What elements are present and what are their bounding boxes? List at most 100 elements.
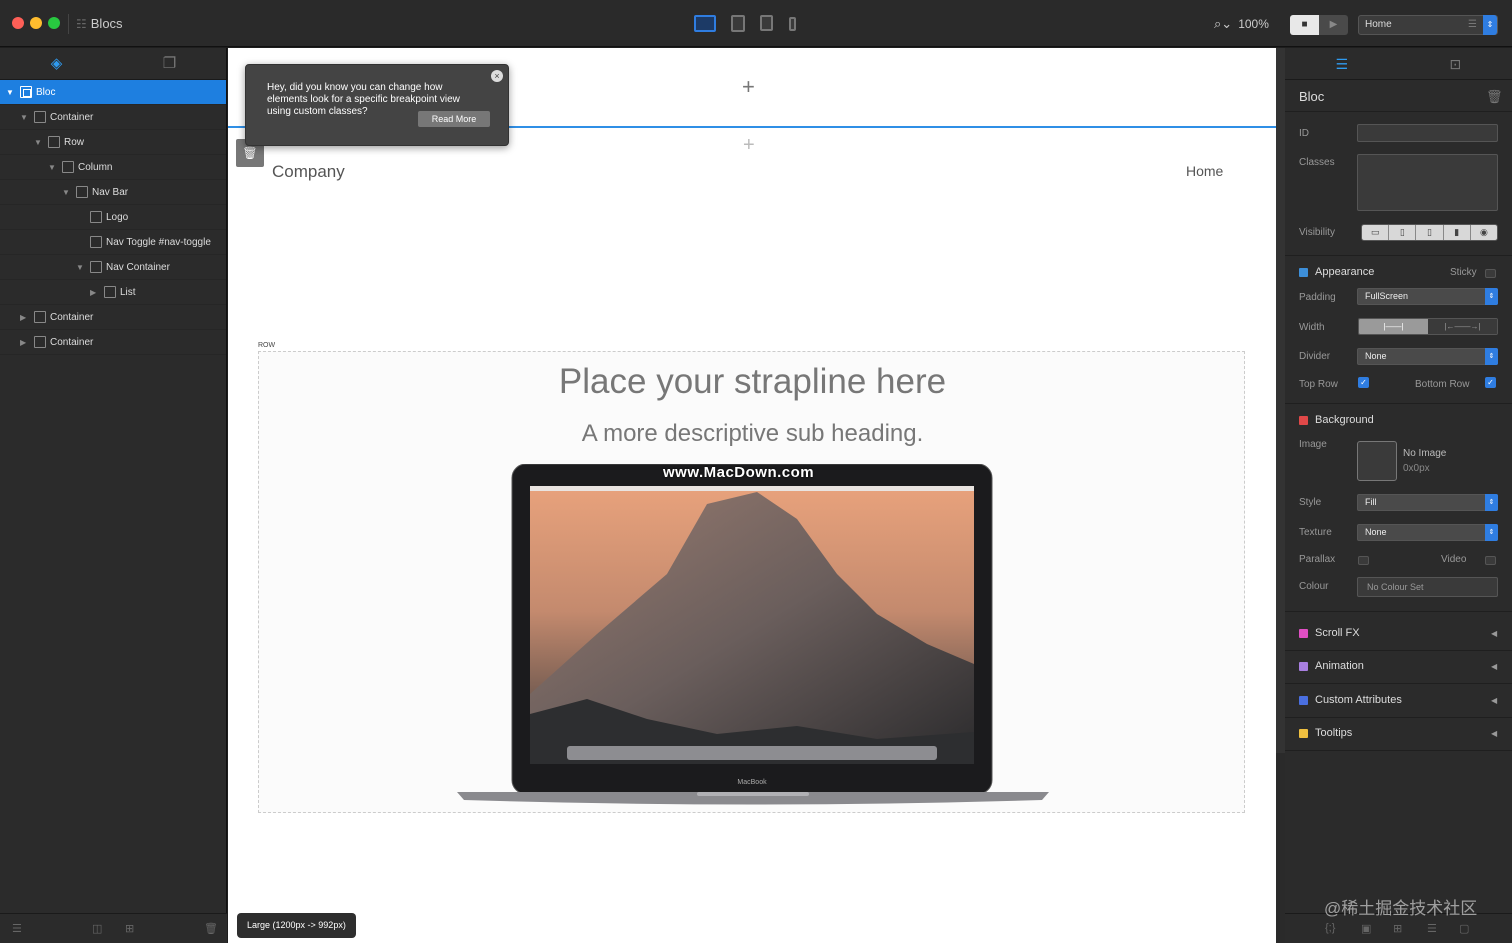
tree-item[interactable]: ▼ Nav Bar [0,180,226,205]
add-bloc-above-icon[interactable]: + [742,74,755,100]
disclosure-closed-icon[interactable]: ▶ [20,305,26,330]
stack-icon[interactable]: ☰ [1427,922,1437,935]
disclosure-open-icon[interactable]: ▼ [48,155,56,180]
appearance-section-label[interactable]: Appearance [1315,266,1374,278]
disclosure-open-icon[interactable]: ▼ [62,180,70,205]
add-element-icon[interactable]: ⊞ [125,922,134,935]
colour-picker[interactable]: No Colour Set [1357,577,1498,597]
width-full-option[interactable]: |←——→| [1428,319,1497,334]
appearance-color-dot [1299,268,1308,277]
padding-select[interactable]: FullScreen ⇕ [1357,288,1498,305]
nav-home-link[interactable]: Home [1186,163,1223,179]
left-sidebar-footer: ☰ ◫ ⊞ 🗑 [0,913,227,943]
visibility-tablet-portrait-toggle[interactable]: ▯ [1416,225,1444,240]
disclosure-open-icon[interactable]: ▼ [76,255,84,280]
style-select[interactable]: Fill ⇕ [1357,494,1498,511]
hero-row[interactable]: Place your strapline here A more descrip… [258,351,1245,813]
layers-tab[interactable]: ◈ [0,48,113,79]
close-hint-button[interactable]: × [491,70,503,82]
disclosure-open-icon[interactable]: ▼ [20,105,28,130]
chevron-updown-icon: ⇕ [1485,524,1498,541]
disclosure-open-icon[interactable]: ▼ [6,80,14,105]
background-section-label[interactable]: Background [1315,414,1374,426]
grid-icon[interactable]: ⊞ [1393,922,1402,935]
no-image-text: No Image [1403,448,1447,459]
tree-item-label: Container [50,312,94,323]
top-row-checkbox[interactable]: ✓ [1358,377,1369,388]
expand-section-icon[interactable]: ◀ [1491,729,1497,738]
zoom-window-button[interactable] [48,17,60,29]
square-icon[interactable]: ▣ [1361,922,1371,935]
breakpoint-desktop-button[interactable] [694,15,716,32]
breakpoint-tablet-portrait-button[interactable] [760,15,773,31]
canvas-scrollbar[interactable] [1276,48,1285,943]
tree-item[interactable]: Logo [0,205,226,230]
bottom-row-checkbox[interactable]: ✓ [1485,377,1496,388]
code-icon[interactable]: {;} [1325,922,1335,934]
design-canvas[interactable]: + + 🗑 Company Home ROW Place your strapl… [228,48,1276,943]
breakpoint-phone-button[interactable] [789,17,796,31]
texture-select[interactable]: None ⇕ [1357,524,1498,541]
tree-item[interactable]: ▼ Row [0,130,226,155]
trash-icon[interactable]: 🗑 [1486,89,1503,105]
read-more-button[interactable]: Read More [418,111,490,127]
tree-item[interactable]: ▼ Column [0,155,226,180]
stop-preview-button[interactable]: ■ [1290,15,1319,35]
classes-input[interactable] [1357,154,1498,211]
strapline-heading[interactable]: Place your strapline here [259,362,1246,402]
expand-section-icon[interactable]: ◀ [1491,662,1497,671]
sub-heading[interactable]: A more descriptive sub heading. [259,420,1246,448]
section-label[interactable]: Custom Attributes [1315,694,1402,706]
background-image-well[interactable] [1357,441,1397,481]
tree-item[interactable]: ▶ Container [0,330,226,355]
disclosure-closed-icon[interactable]: ▶ [90,280,96,305]
tree-item[interactable]: ▼ Nav Container [0,255,226,280]
list-icon[interactable]: ☰ [12,922,22,935]
sticky-toggle[interactable] [1485,269,1496,278]
preview-segment: ■ ▶ [1290,15,1348,35]
section-label[interactable]: Tooltips [1315,727,1352,739]
id-input[interactable] [1357,124,1498,142]
disclosure-open-icon[interactable]: ▼ [34,130,42,155]
add-bloc-below-icon[interactable]: + [743,134,755,157]
pages-tab[interactable]: ❐ [113,48,226,79]
close-window-button[interactable] [12,17,24,29]
element-type-icon [90,211,102,223]
page-select-value: Home [1365,19,1392,30]
id-label: ID [1299,128,1309,139]
trash-icon[interactable]: 🗑 [204,922,218,935]
tree-item[interactable]: ▶ List [0,280,226,305]
visibility-tablet-landscape-toggle[interactable]: ▯ [1389,225,1417,240]
column-icon[interactable]: ◫ [92,922,102,935]
minimize-window-button[interactable] [30,17,42,29]
macbook-image[interactable]: MacBook [457,464,1049,806]
visibility-eye-toggle[interactable]: ◉ [1470,225,1497,240]
video-toggle[interactable] [1485,556,1496,565]
tree-item[interactable]: Nav Toggle #nav-toggle [0,230,226,255]
parallax-toggle[interactable] [1358,556,1369,565]
breakpoint-tablet-landscape-button[interactable] [731,15,745,32]
tree-item[interactable]: ▶ Container [0,305,226,330]
disclosure-closed-icon[interactable]: ▶ [20,330,26,355]
page-select[interactable]: Home ☰ ⇕ [1358,15,1498,35]
visibility-desktop-toggle[interactable]: ▭ [1362,225,1390,240]
visibility-phone-toggle[interactable]: ▮ [1443,225,1471,240]
expand-section-icon[interactable]: ◀ [1491,696,1497,705]
tree-item[interactable]: ▼ Bloc [0,80,226,105]
section-label[interactable]: Animation [1315,660,1364,672]
nav-logo-text[interactable]: Company [272,162,345,182]
expand-section-icon[interactable]: ◀ [1491,629,1497,638]
assets-tab[interactable]: ⊡ [1399,48,1512,79]
zoom-control[interactable]: ⌕⌄ 100% [1214,16,1269,32]
play-preview-button[interactable]: ▶ [1319,15,1348,35]
width-contained-option[interactable]: |——| [1359,319,1428,334]
document-icon[interactable]: ▢ [1459,922,1469,935]
tree-item[interactable]: ▼ Container [0,105,226,130]
app-title: ☷ Blocs [76,16,123,31]
divider-select[interactable]: None ⇕ [1357,348,1498,365]
scrollbar-thumb[interactable] [1276,48,1285,753]
element-type-icon [48,136,60,148]
breakpoint-indicator[interactable]: Large (1200px -> 992px) [237,913,356,938]
section-label[interactable]: Scroll FX [1315,627,1360,639]
settings-tab[interactable]: ☰ [1285,48,1399,79]
